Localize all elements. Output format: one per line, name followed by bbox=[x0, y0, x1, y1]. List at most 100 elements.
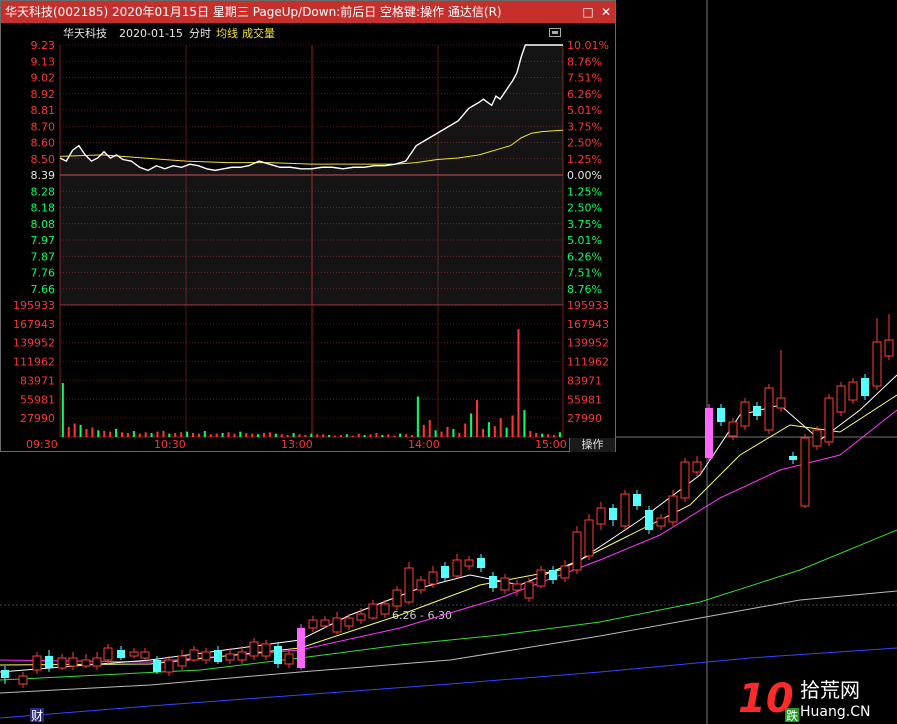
volume-bar bbox=[410, 434, 413, 437]
kline-candle bbox=[68, 657, 78, 667]
kline-candle bbox=[380, 603, 390, 615]
expand-icon[interactable] bbox=[549, 28, 561, 37]
kline-candle bbox=[103, 647, 113, 661]
header-date: 2020-01-15 bbox=[119, 27, 183, 40]
percent-tick-label: 2.50% bbox=[567, 202, 602, 215]
kline-candle bbox=[884, 339, 894, 357]
volume-bar bbox=[197, 433, 200, 437]
volume-bar bbox=[547, 434, 550, 437]
volume-bar bbox=[209, 434, 212, 437]
kline-candle bbox=[201, 651, 211, 661]
percent-tick-label: 6.26% bbox=[567, 250, 602, 263]
volume-bar bbox=[357, 433, 360, 437]
volume-bar bbox=[67, 426, 70, 437]
volume-bar bbox=[393, 435, 396, 437]
window-title: 华天科技(002185) 2020年01月15日 星期三 PageUp/Down… bbox=[5, 5, 502, 19]
volume-bar bbox=[203, 430, 206, 437]
percent-tick-label: 1.25% bbox=[567, 185, 602, 198]
kline-candle bbox=[249, 641, 259, 657]
kline-candle bbox=[164, 659, 174, 673]
price-tick-label: 8.92 bbox=[31, 88, 56, 101]
intraday-chart: 华天科技 2020-01-15 分时 均线 成交量 9.23 10.01% 9.13 8.76%… bbox=[13, 26, 609, 451]
volume-bar bbox=[351, 435, 354, 437]
kline-candle bbox=[92, 657, 102, 667]
volume-bar bbox=[186, 431, 189, 437]
kline-candle bbox=[668, 495, 678, 523]
kline-candle bbox=[368, 603, 378, 619]
price-tick-label: 7.66 bbox=[31, 283, 56, 296]
volume-bar bbox=[452, 428, 455, 437]
volume-bar bbox=[511, 415, 514, 437]
volume-tick-label-right: 167943 bbox=[567, 318, 609, 331]
volume-tick-label-right: 111962 bbox=[567, 356, 609, 369]
kline-candle bbox=[428, 571, 438, 585]
price-tick-label: 8.28 bbox=[31, 185, 56, 198]
kline-candle bbox=[692, 461, 702, 473]
volume-bar bbox=[434, 430, 437, 437]
kline-candle bbox=[1, 670, 9, 678]
volume-bar bbox=[369, 434, 372, 437]
ops-button[interactable]: 操作 bbox=[569, 438, 615, 452]
volume-bar bbox=[85, 428, 88, 437]
kline-candle bbox=[800, 437, 810, 507]
volume-bar bbox=[476, 399, 479, 437]
volume-bar bbox=[304, 434, 307, 437]
percent-tick-label: 2.50% bbox=[567, 137, 602, 150]
screen: 6.26 - 6.30 财跌 10 拾荒网 Huang.CN 华天科技(002185) … bbox=[0, 0, 897, 724]
kline-candle bbox=[452, 559, 462, 577]
volume-bar bbox=[292, 432, 295, 437]
volume-bar bbox=[381, 434, 384, 437]
volume-bar bbox=[268, 432, 271, 437]
volume-bar bbox=[156, 431, 159, 437]
volume-bar bbox=[458, 432, 461, 437]
kline-candle bbox=[536, 569, 546, 587]
watermark-domain: Huang.CN bbox=[800, 704, 870, 720]
volume-bar bbox=[316, 434, 319, 437]
percent-tick-label: 5.01% bbox=[567, 104, 602, 117]
percent-tick-label: 7.51% bbox=[567, 72, 602, 85]
volume-bar bbox=[150, 432, 153, 437]
volume-tick-label: 195933 bbox=[13, 299, 55, 312]
header-stock-name: 华天科技 bbox=[63, 26, 107, 40]
header-avg-label: 均线 bbox=[216, 26, 238, 40]
percent-tick-label: 8.76% bbox=[567, 55, 602, 68]
volume-bar bbox=[126, 432, 129, 437]
time-label: 15:00 bbox=[535, 438, 567, 451]
close-icon[interactable]: ✕ bbox=[599, 5, 613, 19]
maximize-icon[interactable]: □ bbox=[581, 5, 595, 19]
kline-candle bbox=[45, 656, 53, 668]
kline-candle bbox=[633, 494, 641, 506]
price-tick-label: 9.13 bbox=[31, 55, 56, 68]
volume-bar bbox=[286, 434, 289, 437]
volume-bar bbox=[262, 432, 266, 437]
time-label: 14:00 bbox=[408, 438, 440, 451]
kline-candle bbox=[392, 589, 402, 607]
kline-candle bbox=[872, 341, 882, 387]
volume-bar bbox=[251, 433, 254, 437]
kline-candle bbox=[18, 675, 28, 685]
volume-bar bbox=[339, 434, 342, 437]
volume-bar bbox=[310, 433, 313, 437]
kline-candle bbox=[549, 570, 557, 580]
kline-candle bbox=[261, 643, 271, 657]
kline-candle bbox=[848, 381, 858, 401]
kline-candle bbox=[477, 558, 485, 568]
volume-bar bbox=[558, 432, 561, 437]
percent-tick-label: 0.00% bbox=[567, 169, 602, 182]
volume-bar bbox=[493, 426, 496, 437]
percent-tick-label: 1.25% bbox=[567, 153, 602, 166]
kline-candle bbox=[140, 651, 150, 659]
volume-bar bbox=[61, 383, 64, 437]
volume-bar bbox=[345, 434, 348, 437]
kline-candle bbox=[297, 628, 305, 668]
price-tick-label: 9.23 bbox=[31, 39, 56, 52]
percent-tick-label: 6.26% bbox=[567, 88, 602, 101]
kline-candle bbox=[572, 531, 582, 571]
volume-bar bbox=[280, 434, 283, 437]
intraday-popup-window: 华天科技(002185) 2020年01月15日 星期三 PageUp/Down… bbox=[0, 0, 616, 452]
kline-candle bbox=[308, 619, 318, 629]
kline-candle bbox=[584, 519, 594, 557]
volume-bar bbox=[446, 426, 449, 437]
volume-bar bbox=[422, 424, 425, 437]
popup-title-bar[interactable]: 华天科技(002185) 2020年01月15日 星期三 PageUp/Down… bbox=[1, 1, 615, 23]
